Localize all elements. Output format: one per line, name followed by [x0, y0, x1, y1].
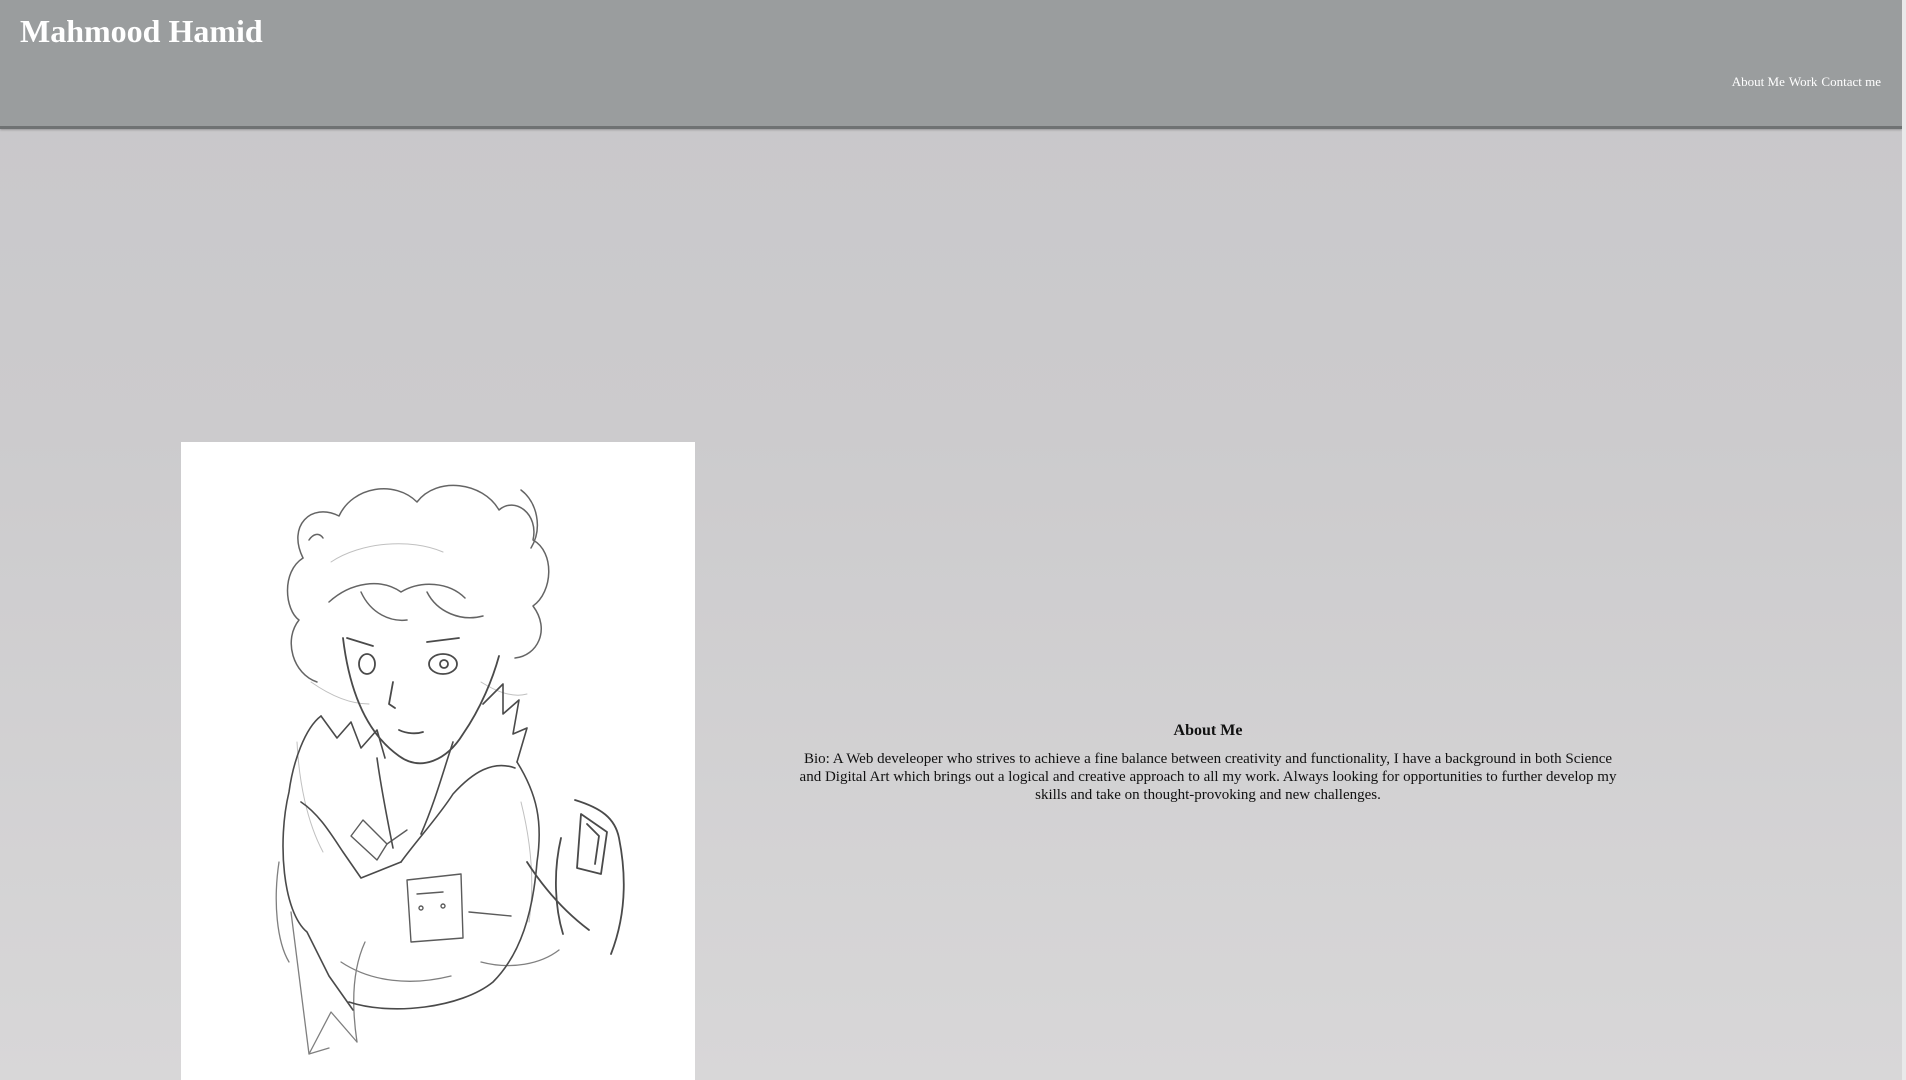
- about-section: About Me Bio: A Web develeoper who striv…: [795, 720, 1621, 804]
- nav-link-work[interactable]: Work: [1789, 73, 1818, 91]
- nav-link-about-me[interactable]: About Me: [1732, 73, 1785, 91]
- page-scroll-edge: [1902, 0, 1906, 1080]
- site-title: Mahmood Hamid: [20, 13, 263, 49]
- nav-link-contact-me[interactable]: Contact me: [1821, 73, 1881, 91]
- portrait-card: [181, 442, 695, 1080]
- about-heading: About Me: [1173, 722, 1243, 739]
- sketch-portrait-illustration: [275, 484, 625, 1055]
- main-nav: About Me Work Contact me: [1732, 73, 1881, 91]
- site-header: Mahmood Hamid About Me Work Contact me: [0, 0, 1902, 129]
- about-bio: Bio: A Web develeoper who strives to ach…: [799, 751, 1617, 803]
